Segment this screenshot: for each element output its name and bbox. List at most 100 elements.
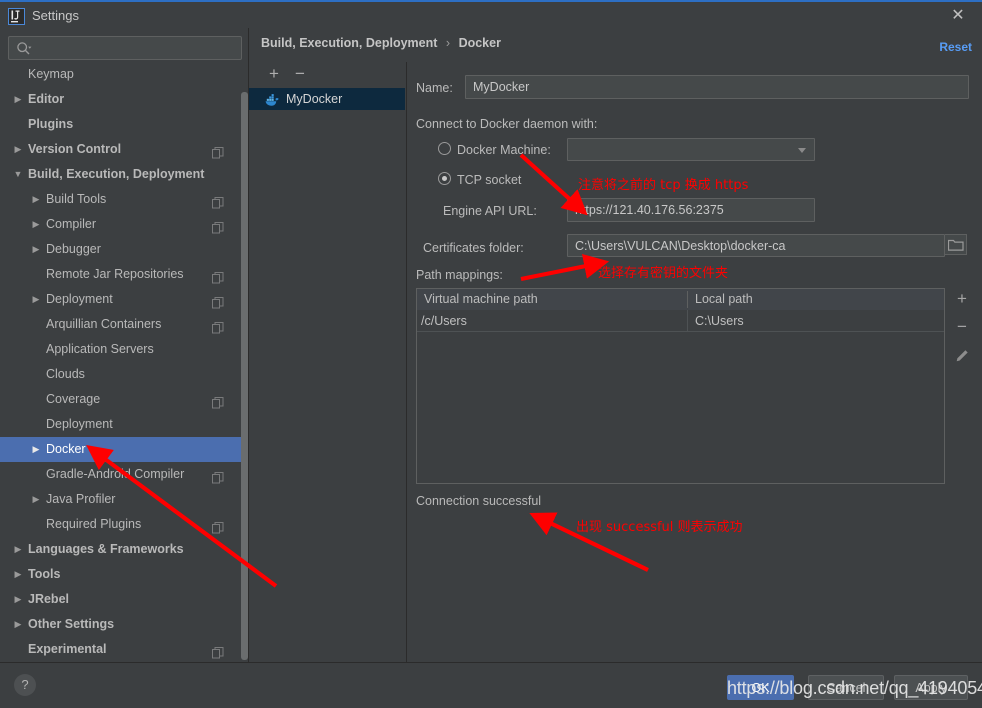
edit-mapping-button[interactable]	[950, 344, 974, 368]
sidebar-item-label: Debugger	[46, 242, 101, 256]
docker-config-item-label: MyDocker	[286, 92, 343, 106]
sidebar-item-label: Languages & Frameworks	[28, 542, 184, 556]
sidebar-item-jrebel[interactable]: ▶ JRebel	[0, 587, 248, 612]
copy-settings-icon[interactable]	[212, 468, 224, 484]
copy-settings-icon[interactable]	[212, 393, 224, 409]
connection-status-text: Connection successful	[416, 494, 542, 508]
sidebar-item-label: Required Plugins	[46, 517, 142, 531]
docker-configurations-panel: + − MyDocker	[249, 62, 406, 662]
chevron-right-icon[interactable]: ▶	[30, 212, 42, 237]
sidebar-item-plugins[interactable]: Plugins	[0, 112, 248, 137]
docker-config-item-mydocker[interactable]: MyDocker	[249, 88, 405, 110]
sidebar-item-java-profiler[interactable]: ▶ Java Profiler	[0, 487, 248, 512]
add-docker-config-button[interactable]: +	[265, 65, 283, 84]
sidebar-item-deployment[interactable]: Deployment	[0, 412, 248, 437]
sidebar-item-label: Build, Execution, Deployment	[28, 167, 205, 181]
copy-settings-icon[interactable]	[212, 643, 224, 659]
chevron-right-icon[interactable]: ▶	[12, 537, 24, 562]
sidebar-item-languages-frameworks[interactable]: ▶ Languages & Frameworks	[0, 537, 248, 562]
remove-mapping-button[interactable]: −	[950, 316, 974, 340]
breadcrumb-current: Docker	[458, 36, 501, 50]
sidebar-item-coverage[interactable]: Coverage	[0, 387, 248, 412]
annotation-text-1: 注意将之前的 tcp 换成 https	[578, 178, 749, 193]
sidebar-item-label: Plugins	[28, 117, 74, 131]
sidebar-scrollbar[interactable]	[241, 92, 248, 660]
sidebar-item-build-execution-deployment[interactable]: ▼ Build, Execution, Deployment	[0, 162, 248, 187]
certificates-folder-field[interactable]	[567, 234, 945, 257]
sidebar-item-label: Application Servers	[46, 342, 154, 356]
chevron-right-icon[interactable]: ▶	[12, 587, 24, 612]
copy-settings-icon[interactable]	[212, 143, 224, 159]
chevron-down-icon	[798, 147, 806, 153]
annotation-text-2: 选择存有密钥的文件夹	[598, 266, 729, 281]
copy-settings-icon[interactable]	[212, 218, 224, 234]
copy-settings-icon[interactable]	[212, 318, 224, 334]
sidebar-item-version-control[interactable]: ▶ Version Control	[0, 137, 248, 162]
help-button[interactable]: ?	[14, 674, 36, 696]
chevron-right-icon[interactable]: ▶	[30, 237, 42, 262]
sidebar-item-application-servers[interactable]: Application Servers	[0, 337, 248, 362]
sidebar-item-arquillian-containers[interactable]: Arquillian Containers	[0, 312, 248, 337]
engine-api-url-field[interactable]	[567, 198, 815, 222]
chevron-right-icon[interactable]: ▶	[30, 487, 42, 512]
docker-whale-icon	[265, 92, 280, 106]
breadcrumb-parent[interactable]: Build, Execution, Deployment	[261, 36, 437, 50]
sidebar-item-other-settings[interactable]: ▶ Other Settings	[0, 612, 248, 637]
sidebar-item-debugger[interactable]: ▶ Debugger	[0, 237, 248, 262]
chevron-right-icon[interactable]: ▶	[30, 287, 42, 312]
sidebar-item-editor[interactable]: ▶ Editor	[0, 87, 248, 112]
chevron-down-icon[interactable]: ▼	[12, 162, 24, 187]
path-mappings-label: Path mappings:	[416, 268, 503, 282]
sidebar-item-build-tools[interactable]: ▶ Build Tools	[0, 187, 248, 212]
path-mappings-table[interactable]: Virtual machine path Local path /c/Users…	[416, 288, 945, 484]
sidebar-item-label: Experimental	[28, 642, 107, 656]
settings-tree[interactable]: Keymap ▶ Editor Plugins ▶ Version Control ▼ Bui…	[0, 62, 248, 662]
table-row[interactable]: /c/Users C:\Users	[417, 310, 944, 332]
search-input[interactable]	[37, 39, 233, 57]
settings-search-box[interactable]	[8, 36, 242, 60]
close-icon[interactable]: ✕	[948, 7, 968, 27]
sidebar-item-compiler[interactable]: ▶ Compiler	[0, 212, 248, 237]
sidebar-item-required-plugins[interactable]: Required Plugins	[0, 512, 248, 537]
add-mapping-button[interactable]: +	[950, 288, 974, 312]
sidebar-item-gradle-android-compiler[interactable]: Gradle-Android Compiler	[0, 462, 248, 487]
chevron-right-icon[interactable]: ▶	[30, 187, 42, 212]
sidebar-item-clouds[interactable]: Clouds	[0, 362, 248, 387]
window-title: Settings	[32, 8, 79, 23]
copy-settings-icon[interactable]	[212, 293, 224, 309]
chevron-right-icon[interactable]: ▶	[12, 87, 24, 112]
sidebar-item-deployment[interactable]: ▶ Deployment	[0, 287, 248, 312]
sidebar-item-remote-jar-repositories[interactable]: Remote Jar Repositories	[0, 262, 248, 287]
sidebar-item-label: Version Control	[28, 142, 122, 156]
chevron-right-icon[interactable]: ▶	[30, 437, 42, 462]
copy-settings-icon[interactable]	[212, 268, 224, 284]
cell-local-path[interactable]: C:\Users	[691, 310, 944, 332]
chevron-right-icon[interactable]: ▶	[12, 612, 24, 637]
radio-docker-machine[interactable]	[438, 142, 451, 155]
sidebar-item-tools[interactable]: ▶ Tools	[0, 562, 248, 587]
sidebar-item-label: Keymap	[28, 67, 74, 81]
docker-list-toolbar: + −	[249, 62, 406, 88]
remove-docker-config-button[interactable]: −	[291, 65, 309, 84]
intellij-idea-logo-icon	[8, 8, 25, 25]
copy-settings-icon[interactable]	[212, 193, 224, 209]
docker-machine-combo[interactable]	[567, 138, 815, 161]
docker-machine-label: Docker Machine:	[457, 143, 551, 157]
radio-tcp-socket[interactable]	[438, 172, 451, 185]
sidebar-item-keymap[interactable]: Keymap	[0, 62, 248, 87]
browse-certificates-folder-button[interactable]	[945, 234, 967, 255]
copy-settings-icon[interactable]	[212, 518, 224, 534]
name-field[interactable]	[465, 75, 969, 99]
chevron-right-icon[interactable]: ▶	[12, 562, 24, 587]
reset-link[interactable]: Reset	[939, 40, 972, 54]
chevron-right-icon[interactable]: ▶	[12, 137, 24, 162]
column-header-local-path[interactable]: Local path	[688, 289, 944, 310]
column-header-virtual-machine-path[interactable]: Virtual machine path	[417, 289, 687, 310]
sidebar-item-docker[interactable]: ▶ Docker	[0, 437, 248, 462]
cell-virtual-machine-path[interactable]: /c/Users	[417, 310, 687, 332]
sidebar-item-experimental[interactable]: Experimental	[0, 637, 248, 662]
